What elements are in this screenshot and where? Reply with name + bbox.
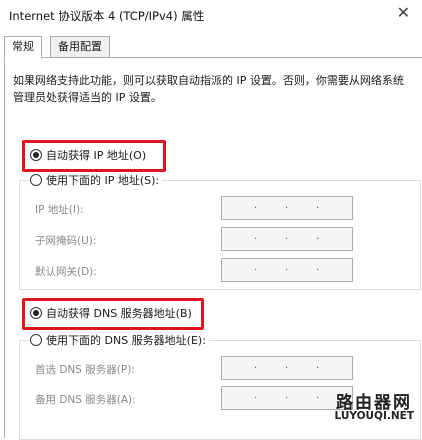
radio-manual-dns-label: 使用下面的 DNS 服务器地址(E): — [46, 334, 206, 347]
alternate-dns-input[interactable]: ... — [221, 386, 353, 410]
radio-selected-icon — [30, 307, 42, 319]
description-text: 如果网络支持此功能，则可以获取自动指派的 IP 设置。否则，你需要从网络系统管理… — [13, 74, 404, 104]
preferred-dns-input[interactable]: ... — [221, 356, 353, 380]
radio-unselected-icon — [30, 334, 42, 346]
radio-unselected-icon — [30, 174, 42, 186]
window-title: Internet 协议版本 4 (TCP/IPv4) 属性 — [9, 9, 205, 23]
close-icon[interactable]: ✕ — [397, 5, 410, 21]
subnet-mask-input[interactable]: ... — [221, 227, 353, 251]
gateway-input[interactable]: ... — [221, 258, 353, 282]
tab-strip: 常规 备用配置 — [0, 36, 422, 59]
radio-manual-ip[interactable]: 使用下面的 IP 地址(S): — [30, 172, 163, 188]
subnet-mask-label: 子网掩码(U): — [35, 235, 97, 247]
tab-alternate-config[interactable]: 备用配置 — [50, 36, 110, 58]
radio-auto-ip[interactable]: 自动获得 IP 地址(O) — [30, 147, 146, 163]
gateway-label: 默认网关(D): — [35, 266, 97, 278]
ip-address-input[interactable]: ... — [221, 196, 353, 220]
radio-auto-dns-label: 自动获得 DNS 服务器地址(B) — [46, 307, 192, 320]
radio-manual-ip-label: 使用下面的 IP 地址(S): — [46, 174, 160, 187]
alternate-dns-label: 备用 DNS 服务器(A): — [35, 394, 136, 406]
title-bar: Internet 协议版本 4 (TCP/IPv4) 属性 ✕ — [0, 0, 422, 30]
radio-auto-dns[interactable]: 自动获得 DNS 服务器地址(B) — [30, 305, 192, 321]
radio-manual-dns[interactable]: 使用下面的 DNS 服务器地址(E): — [30, 332, 209, 348]
radio-selected-icon — [30, 149, 42, 161]
general-panel: 如果网络支持此功能，则可以获取自动指派的 IP 设置。否则，你需要从网络系统管理… — [4, 57, 422, 440]
tab-general[interactable]: 常规 — [4, 36, 42, 59]
preferred-dns-label: 首选 DNS 服务器(P): — [35, 364, 135, 376]
radio-auto-ip-label: 自动获得 IP 地址(O) — [46, 149, 147, 162]
watermark-url: LUYOUQI.NET — [334, 410, 414, 422]
ip-address-label: IP 地址(I): — [35, 204, 84, 216]
